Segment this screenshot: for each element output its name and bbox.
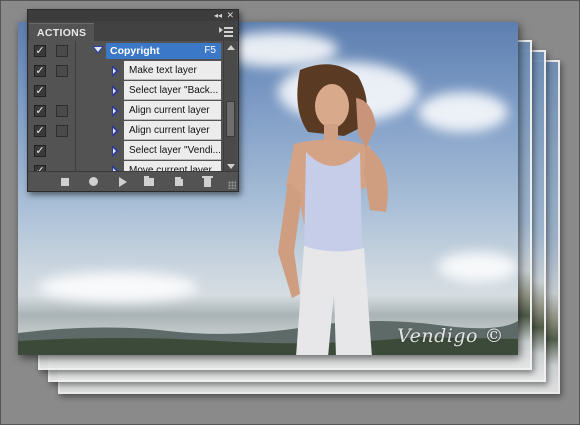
close-icon[interactable]: ✕ <box>226 10 234 21</box>
step-triangle-icon[interactable] <box>112 125 119 137</box>
scroll-thumb[interactable] <box>226 101 235 137</box>
checkbox-icon[interactable]: ✓ <box>34 105 46 117</box>
collapse-icon[interactable]: ◂◂ <box>214 10 222 21</box>
dialog-toggle[interactable] <box>56 45 68 57</box>
list-item[interactable]: ✓ Align current layer <box>28 101 225 121</box>
scrollbar[interactable] <box>223 41 237 173</box>
resize-grip[interactable] <box>228 181 236 189</box>
list-item[interactable]: ✓ Make text layer <box>28 61 225 81</box>
woman-figure <box>278 64 388 355</box>
step-triangle-icon[interactable] <box>112 145 119 157</box>
checkbox-icon[interactable]: ✓ <box>34 65 46 77</box>
checkbox-icon[interactable]: ✓ <box>34 85 46 97</box>
action-row-copyright[interactable]: ✓ Copyright F5 <box>28 41 225 61</box>
step-label[interactable]: Select layer "Back... <box>124 81 221 100</box>
step-triangle-icon[interactable] <box>112 105 119 117</box>
stop-icon[interactable] <box>58 175 72 188</box>
dialog-toggle[interactable] <box>56 125 68 137</box>
list-item[interactable]: ✓ Select layer "Back... <box>28 81 225 101</box>
checkbox-icon[interactable]: ✓ <box>34 125 46 137</box>
list-item[interactable]: ✓ Align current layer <box>28 121 225 141</box>
list-item[interactable]: ✓ Select layer "Vendi... <box>28 141 225 161</box>
cloud <box>438 252 518 282</box>
step-triangle-icon[interactable] <box>112 65 119 77</box>
new-action-icon[interactable] <box>172 175 186 188</box>
action-name[interactable]: Copyright F5 <box>106 43 221 59</box>
cloud <box>418 92 508 132</box>
new-set-icon[interactable] <box>142 175 156 188</box>
scroll-down-icon[interactable] <box>227 164 235 169</box>
panel-title-bar[interactable]: ◂◂ ✕ <box>28 10 238 21</box>
expanded-triangle-icon[interactable] <box>92 46 104 54</box>
checkbox-icon[interactable]: ✓ <box>34 45 46 57</box>
dialog-toggle[interactable] <box>56 105 68 117</box>
record-icon[interactable] <box>86 175 100 188</box>
actions-list: ✓ Copyright F5 ✓ Make text layer ✓ Selec… <box>28 41 225 173</box>
dialog-toggle[interactable] <box>56 65 68 77</box>
panel-menu-icon[interactable] <box>219 25 233 37</box>
checkbox-icon[interactable]: ✓ <box>34 145 46 157</box>
scroll-up-icon[interactable] <box>227 45 235 50</box>
step-triangle-icon[interactable] <box>112 85 119 97</box>
panel-toolbar <box>28 171 238 191</box>
step-label[interactable]: Align current layer <box>124 101 221 120</box>
step-label[interactable]: Align current layer <box>124 121 221 140</box>
action-name-label: Copyright <box>110 45 160 57</box>
tab-actions[interactable]: ACTIONS <box>29 23 95 42</box>
step-label[interactable]: Make text layer <box>124 61 221 80</box>
watermark: Vendigo © <box>397 325 504 347</box>
panel-tab-bar: ACTIONS <box>28 21 238 42</box>
action-shortcut: F5 <box>204 45 216 56</box>
step-label[interactable]: Select layer "Vendi... <box>124 141 221 160</box>
play-icon[interactable] <box>115 175 129 188</box>
delete-icon[interactable] <box>200 175 214 188</box>
actions-panel[interactable]: ◂◂ ✕ ACTIONS ✓ Copyright F5 ✓ Make text … <box>27 9 239 192</box>
